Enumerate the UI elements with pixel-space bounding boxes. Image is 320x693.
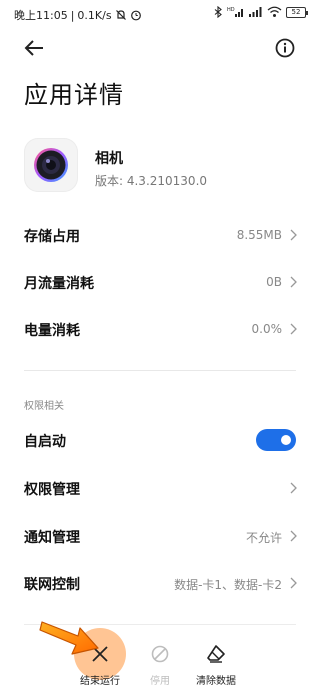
chevron-right-icon — [290, 323, 297, 335]
eraser-icon — [207, 645, 225, 663]
storage-value: 8.55MB — [236, 228, 282, 242]
chevron-right-icon — [290, 229, 297, 241]
bluetooth-icon — [214, 6, 223, 18]
section-divider — [24, 370, 296, 371]
chevron-right-icon — [290, 482, 297, 494]
battery-icon: 52 — [286, 6, 308, 18]
chevron-right-icon — [290, 276, 297, 288]
chevron-right-icon — [290, 577, 297, 589]
data-usage-label: 月流量消耗 — [24, 276, 94, 292]
alarm-icon — [130, 9, 142, 21]
network-speed: 0.1K/s — [77, 8, 112, 22]
battery-usage-label: 电量消耗 — [24, 323, 80, 339]
battery-usage-value: 0.0% — [251, 322, 283, 336]
notification-management-label: 通知管理 — [24, 530, 80, 546]
data-usage-row[interactable]: 月流量消耗 0B — [0, 259, 320, 305]
status-left: 晚上11:05 | 0.1K/s — [14, 7, 142, 23]
signal-icon — [249, 6, 263, 18]
disable-button[interactable]: 停用 — [128, 640, 192, 687]
autostart-toggle[interactable] — [256, 429, 296, 451]
wifi-icon — [267, 6, 282, 18]
permission-management-label: 权限管理 — [24, 482, 80, 498]
mute-icon — [115, 9, 127, 21]
toggle-knob — [281, 435, 291, 445]
app-info-card: 相机 版本: 4.3.210130.0 — [24, 138, 304, 196]
section-header-permissions: 权限相关 — [24, 401, 64, 412]
notification-value: 不允许 — [245, 531, 282, 545]
top-bar — [0, 32, 320, 62]
status-bar: 晚上11:05 | 0.1K/s HD 52 — [0, 0, 320, 28]
chevron-right-icon — [290, 530, 297, 542]
clear-data-button[interactable]: 清除数据 — [184, 640, 248, 687]
clear-data-label: 清除数据 — [196, 676, 236, 687]
force-stop-label: 结束运行 — [80, 676, 120, 687]
status-right: HD 52 — [214, 6, 308, 18]
autostart-row: 自启动 — [0, 417, 320, 463]
status-time: 晚上11:05 — [14, 9, 68, 22]
back-arrow-icon[interactable] — [22, 36, 46, 60]
permission-management-row[interactable]: 权限管理 — [0, 465, 320, 511]
data-usage-value: 0B — [266, 275, 282, 289]
svg-text:HD: HD — [227, 7, 235, 13]
disable-label: 停用 — [150, 676, 170, 687]
hd-signal-icon: HD — [227, 6, 245, 18]
autostart-label: 自启动 — [24, 434, 66, 450]
network-control-label: 联网控制 — [24, 577, 80, 593]
pointer-arrow-icon — [39, 621, 99, 655]
app-version: 版本: 4.3.210130.0 — [95, 174, 208, 188]
network-control-value: 数据-卡1、数据-卡2 — [174, 578, 282, 592]
storage-row[interactable]: 存储占用 8.55MB — [0, 212, 320, 258]
battery-usage-row[interactable]: 电量消耗 0.0% — [0, 306, 320, 352]
camera-app-icon — [24, 138, 78, 192]
notification-management-row[interactable]: 通知管理 不允许 — [0, 513, 320, 559]
disable-icon — [151, 645, 169, 663]
storage-label: 存储占用 — [24, 229, 80, 245]
network-control-row[interactable]: 联网控制 数据-卡1、数据-卡2 — [0, 560, 320, 606]
info-icon[interactable] — [274, 37, 296, 59]
app-name: 相机 — [95, 151, 123, 167]
page-title: 应用详情 — [24, 81, 124, 109]
